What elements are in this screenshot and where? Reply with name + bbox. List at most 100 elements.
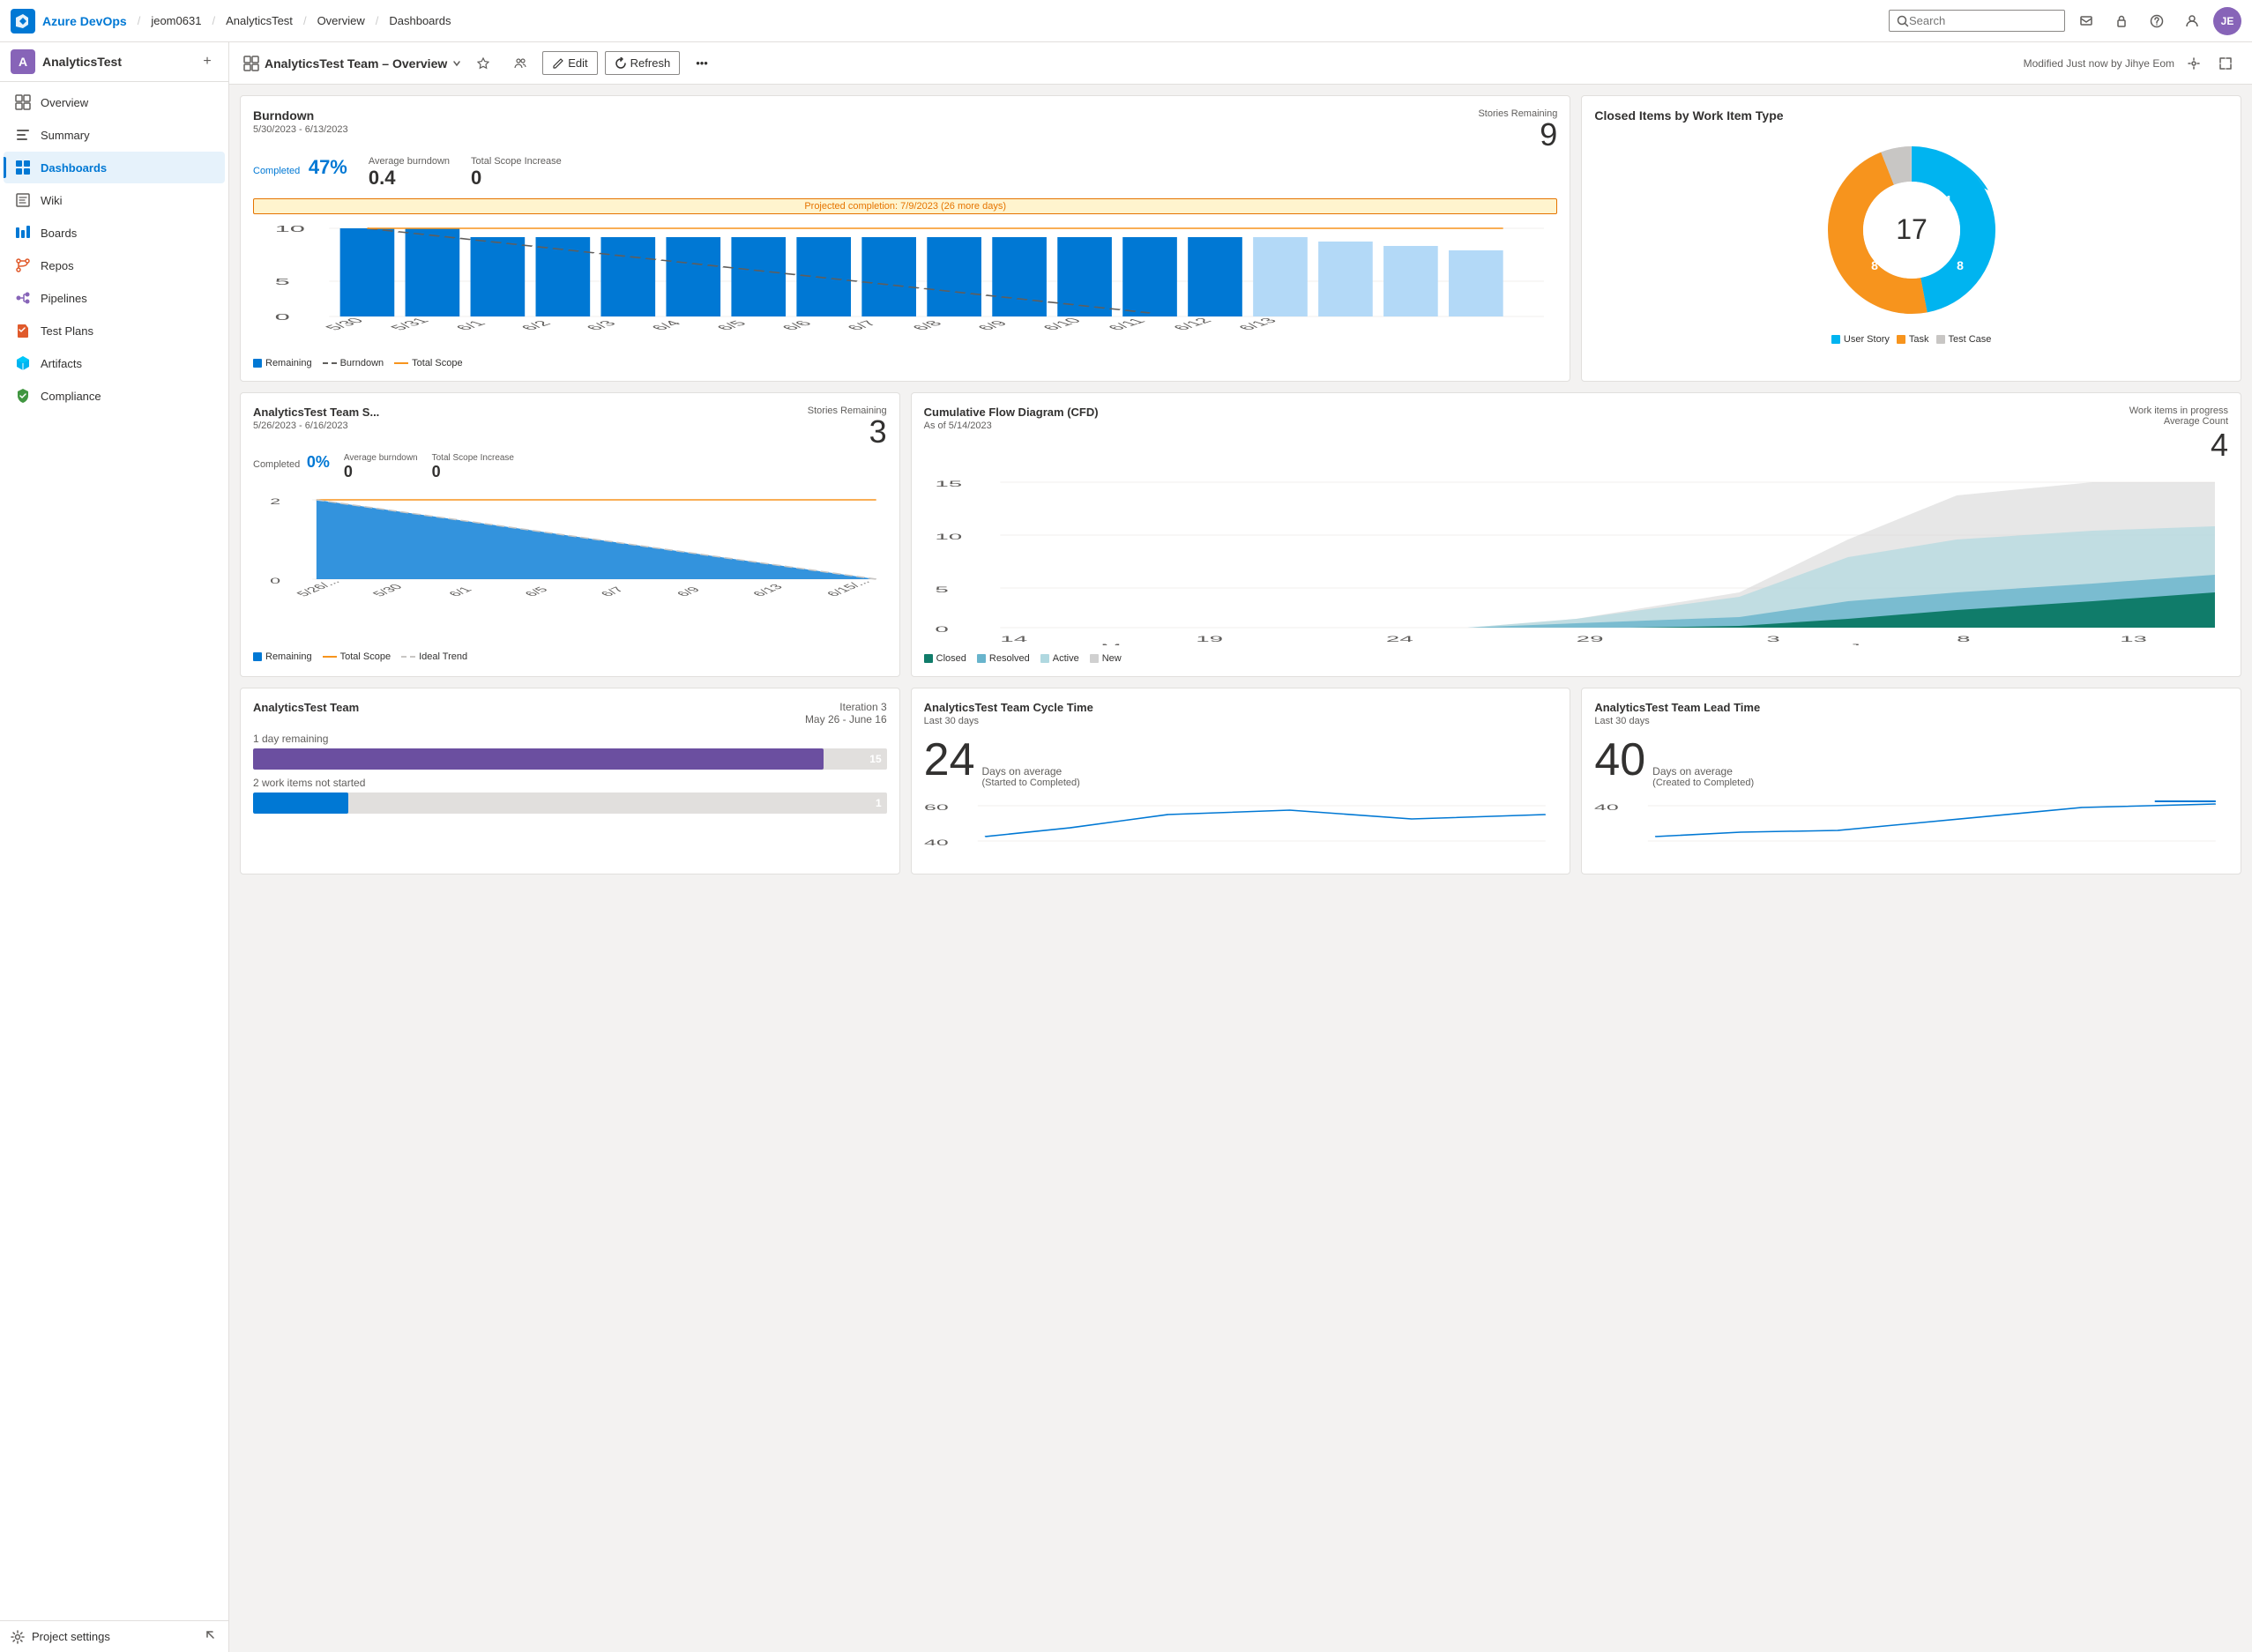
- svg-text:29: 29: [1576, 635, 1603, 644]
- legend-burndown: Burndown: [323, 358, 384, 368]
- sidebar: A AnalyticsTest + Overview: [0, 42, 229, 1652]
- compliance-icon: [14, 387, 32, 405]
- donut-container: 17 1 8 8 User Story Task: [1594, 133, 2228, 345]
- sidebar-item-dashboards[interactable]: Dashboards: [4, 152, 225, 183]
- azure-devops-logo: [11, 9, 35, 33]
- cycle-title: AnalyticsTest Team Cycle Time: [924, 701, 1558, 714]
- sidebar-item-wiki[interactable]: Wiki: [4, 184, 225, 216]
- sb2-chart: 2 0 5/26/... 5/30 6/1 6/5 6/7 6: [253, 487, 887, 628]
- artifacts-icon: [14, 354, 32, 372]
- sidebar-item-summary[interactable]: Summary: [4, 119, 225, 151]
- sidebar-item-testplans[interactable]: Test Plans: [4, 315, 225, 346]
- refresh-button[interactable]: Refresh: [605, 51, 681, 75]
- sb2-avg-value: 0: [344, 463, 418, 481]
- sidebar-item-pipelines[interactable]: Pipelines: [4, 282, 225, 314]
- add-button[interactable]: +: [197, 51, 218, 72]
- stories-remaining-value: 9: [1478, 119, 1557, 151]
- sidebar-label-compliance: Compliance: [41, 390, 101, 403]
- edit-button[interactable]: Edit: [542, 51, 597, 75]
- help-icon[interactable]: [2143, 7, 2171, 35]
- avg-burndown-metric: Average burndown 0.4: [369, 156, 450, 190]
- cfd-avg-label: Average Count: [2129, 416, 2228, 427]
- svg-text:5/30: 5/30: [370, 583, 406, 598]
- star-button[interactable]: [468, 53, 498, 74]
- dashboard-header: AnalyticsTest Team – Overview: [229, 42, 2252, 85]
- expand-icon[interactable]: [2213, 51, 2238, 76]
- app-layout: A AnalyticsTest + Overview: [0, 42, 2252, 1652]
- sidebar-item-repos[interactable]: Repos: [4, 249, 225, 281]
- sb2-scope-value: 0: [432, 463, 514, 481]
- svg-text:Jun: Jun: [1848, 643, 1888, 645]
- cfd-count-value: 4: [2129, 427, 2228, 464]
- search-input[interactable]: [1909, 14, 2050, 27]
- cfd-legend: Closed Resolved Active New: [924, 653, 2228, 664]
- sidebar-label-testplans: Test Plans: [41, 324, 93, 338]
- burndown-header: Burndown 5/30/2023 - 6/13/2023 Stories R…: [253, 108, 1557, 151]
- cfd-title: Cumulative Flow Diagram (CFD): [924, 406, 1099, 419]
- sidebar-item-boards[interactable]: Boards: [4, 217, 225, 249]
- completed-metric: Completed 47%: [253, 156, 347, 190]
- more-button[interactable]: •••: [687, 52, 717, 74]
- svg-text:8: 8: [1871, 258, 1878, 272]
- cycle-days-label: Days on average: [982, 765, 1080, 778]
- sidebar-item-overview[interactable]: Overview: [4, 86, 225, 118]
- avg-burndown-value: 0.4: [369, 167, 450, 190]
- sprint-bar2-fill: [253, 793, 348, 814]
- dashboards-icon: [14, 159, 32, 176]
- burndown-dates: 5/30/2023 - 6/13/2023: [253, 124, 348, 135]
- lead-since-label: (Created to Completed): [1652, 778, 1754, 788]
- svg-text:1: 1: [1945, 193, 1951, 206]
- dashboard-title: AnalyticsTest Team – Overview: [265, 56, 447, 71]
- sidebar-item-artifacts[interactable]: Artifacts: [4, 347, 225, 379]
- sprint-bar1-label: 15: [869, 753, 881, 765]
- sb2-title: AnalyticsTest Team S...: [253, 406, 379, 419]
- sprint-not-started: 2 work items not started: [253, 777, 887, 789]
- avatar[interactable]: JE: [2213, 7, 2241, 35]
- brand-name[interactable]: Azure DevOps: [42, 14, 127, 28]
- svg-text:5/31: 5/31: [385, 316, 433, 331]
- svg-text:6/15/...: 6/15/...: [824, 577, 874, 598]
- collapse-icon[interactable]: [204, 1628, 218, 1645]
- sidebar-item-compliance[interactable]: Compliance: [4, 380, 225, 412]
- legend-task: Task: [1897, 334, 1929, 345]
- closed-items-title: Closed Items by Work Item Type: [1594, 108, 2228, 123]
- topnav: Azure DevOps / jeom0631 / AnalyticsTest …: [0, 0, 2252, 42]
- svg-text:6/10: 6/10: [1038, 316, 1085, 331]
- crumb-org[interactable]: jeom0631: [151, 14, 201, 27]
- notifications-icon[interactable]: [2072, 7, 2100, 35]
- svg-text:May: May: [1100, 643, 1147, 645]
- crumb-dashboards[interactable]: Dashboards: [389, 14, 451, 27]
- svg-text:6/9: 6/9: [973, 319, 1011, 331]
- svg-text:10: 10: [275, 224, 305, 234]
- crumb-overview[interactable]: Overview: [317, 14, 365, 27]
- stories-remaining: Stories Remaining 9: [1478, 108, 1557, 151]
- cycle-chart: 60 40: [924, 788, 1558, 859]
- team-button[interactable]: [505, 53, 535, 74]
- cfd-legend-new: New: [1090, 653, 1122, 664]
- dash-settings-icon[interactable]: [2181, 51, 2206, 76]
- cycle-header: AnalyticsTest Team Cycle Time Last 30 da…: [924, 701, 1558, 726]
- legend-userstory: User Story: [1831, 334, 1890, 345]
- sidebar-label-wiki: Wiki: [41, 194, 63, 207]
- project-settings[interactable]: Project settings: [0, 1620, 228, 1652]
- sprint-burndown2-widget: AnalyticsTest Team S... 5/26/2023 - 6/16…: [240, 392, 900, 677]
- cfd-chart: 15 10 5 0: [924, 469, 2228, 645]
- boards-icon: [14, 224, 32, 242]
- lead-title: AnalyticsTest Team Lead Time: [1594, 701, 2228, 714]
- sprint-widget: AnalyticsTest Team Iteration 3 May 26 - …: [240, 688, 900, 874]
- svg-text:6/7: 6/7: [598, 586, 628, 599]
- crumb-project[interactable]: AnalyticsTest: [226, 14, 293, 27]
- cfd-subtitle: As of 5/14/2023: [924, 420, 1099, 431]
- total-scope-value: 0: [471, 167, 562, 190]
- legend-totalscope: Total Scope: [394, 358, 462, 368]
- svg-text:6/8: 6/8: [907, 319, 946, 331]
- svg-text:6/2: 6/2: [516, 319, 555, 331]
- search-box[interactable]: [1889, 10, 2065, 32]
- lock-icon[interactable]: [2107, 7, 2136, 35]
- svg-text:5/30: 5/30: [320, 316, 368, 331]
- user-icon[interactable]: [2178, 7, 2206, 35]
- sep4: /: [376, 14, 379, 27]
- sb2-legend: Remaining Total Scope Ideal Trend: [253, 651, 887, 662]
- svg-text:0: 0: [270, 577, 280, 585]
- settings-icon: [11, 1630, 25, 1644]
